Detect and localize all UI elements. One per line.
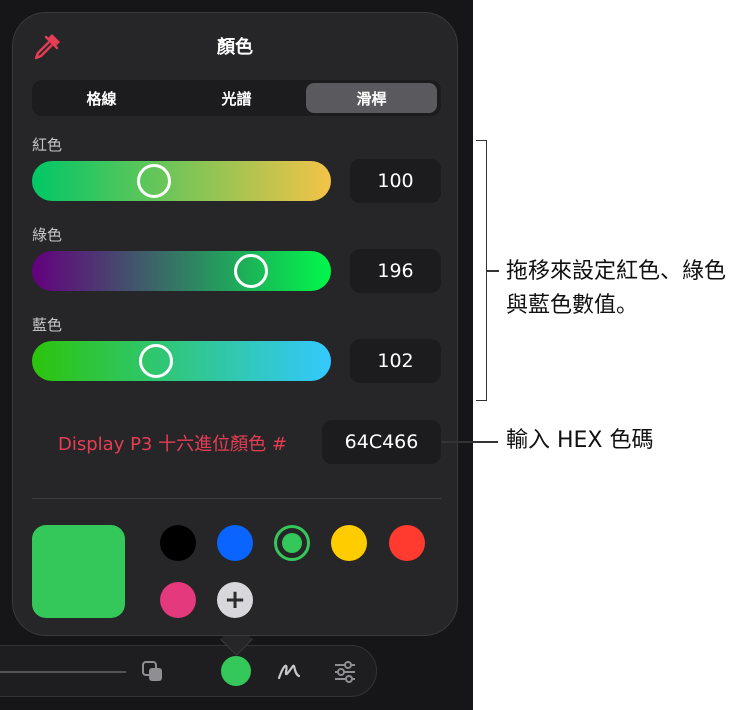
tab-spectrum[interactable]: 光譜 — [171, 83, 302, 113]
green-slider-label: 綠色 — [32, 226, 63, 244]
pen-scribble-icon[interactable] — [276, 658, 302, 684]
red-value-field[interactable]: 100 — [350, 159, 441, 203]
hex-callout: 輸入 HEX 色碼 — [506, 428, 654, 453]
blue-slider-label: 藍色 — [32, 316, 63, 334]
current-color-preview — [32, 525, 125, 618]
green-value-field[interactable]: 196 — [350, 249, 441, 293]
swatch-yellow[interactable] — [331, 525, 367, 561]
blue-slider-track[interactable] — [32, 341, 331, 381]
green-slider-knob[interactable] — [234, 254, 269, 288]
callout-bracket-tick — [487, 270, 499, 272]
hex-input[interactable]: 64C466 — [322, 420, 441, 464]
red-slider-knob[interactable] — [136, 164, 171, 198]
swatch-black[interactable] — [160, 525, 196, 561]
sliders-callout: 拖移來設定紅色、綠色與藍色數值。 — [506, 259, 727, 318]
plus-icon[interactable]: + — [217, 582, 253, 618]
green-slider-track[interactable] — [32, 251, 331, 291]
copy-icon[interactable] — [140, 659, 166, 685]
popover-title: 顏色 — [217, 37, 253, 58]
tab-grid[interactable]: 格線 — [36, 83, 167, 113]
callout-bracket — [476, 140, 487, 401]
sliders-icon[interactable] — [332, 659, 358, 685]
tab-sliders[interactable]: 滑桿 — [306, 83, 437, 113]
section-divider — [32, 498, 441, 499]
blue-slider-knob[interactable] — [138, 344, 173, 378]
hex-callout-line — [441, 441, 498, 443]
swatch-red[interactable] — [389, 525, 425, 561]
swatch-blue[interactable] — [217, 525, 253, 561]
color-well-icon[interactable] — [221, 656, 251, 686]
hex-label: Display P3 十六進位顏色 # — [58, 434, 287, 455]
mode-segmented-control: 格線 光譜 滑桿 — [32, 80, 441, 116]
swatch-pink[interactable] — [160, 582, 196, 618]
swatch-green-selected[interactable] — [274, 525, 310, 561]
red-slider-label: 紅色 — [32, 136, 63, 154]
toolbar-divider — [0, 671, 126, 673]
red-slider-track[interactable] — [32, 161, 331, 201]
blue-value-field[interactable]: 102 — [350, 339, 441, 383]
